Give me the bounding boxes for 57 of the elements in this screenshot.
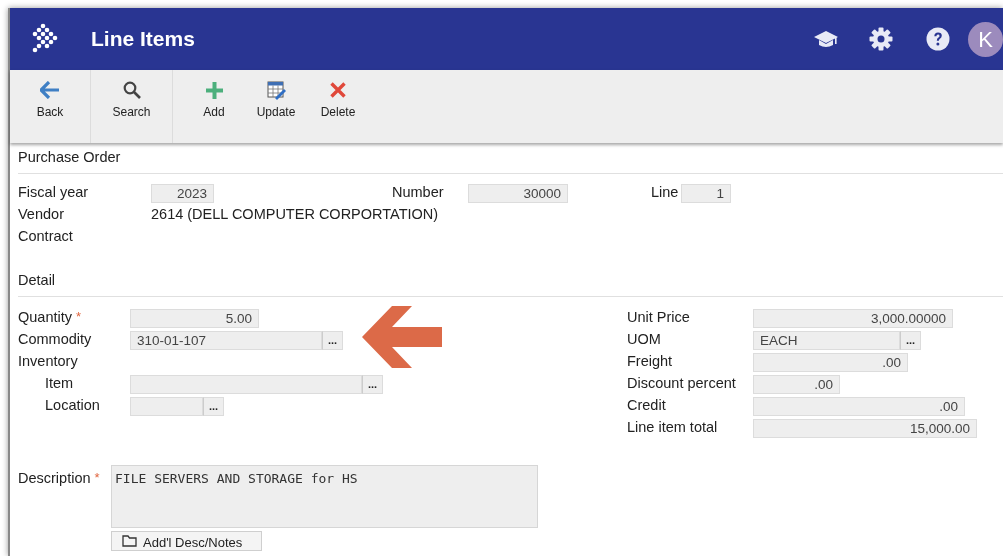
notes-button[interactable]: Add'l Desc/Notes bbox=[111, 531, 262, 551]
input-field[interactable] bbox=[130, 396, 203, 416]
field-label: Line bbox=[651, 183, 680, 203]
vendor-value: 2614 (DELL COMPUTER CORPORTATION) bbox=[151, 205, 439, 225]
input-field[interactable]: 3,000.00000 bbox=[753, 308, 953, 328]
input-field[interactable] bbox=[130, 374, 362, 394]
input-field[interactable]: .00 bbox=[753, 396, 965, 416]
table-edit-icon bbox=[266, 80, 286, 100]
input-field[interactable]: .00 bbox=[753, 352, 908, 372]
window-title: Line Items bbox=[91, 26, 195, 53]
field-label: Quantity bbox=[18, 308, 72, 328]
input-field[interactable]: 1 bbox=[681, 183, 731, 203]
folder-icon bbox=[122, 535, 137, 547]
section-heading: Detail bbox=[18, 271, 56, 291]
lookup-button[interactable]: ... bbox=[362, 374, 383, 394]
field-label: Inventory bbox=[18, 352, 78, 372]
input-field[interactable]: 30000 bbox=[468, 183, 568, 203]
lookup-button[interactable]: ... bbox=[900, 330, 921, 350]
input-field[interactable]: 15,000.00 bbox=[753, 418, 977, 438]
delete-icon bbox=[330, 82, 346, 98]
required-mark: * bbox=[94, 469, 100, 487]
search-icon bbox=[122, 81, 141, 99]
field-label: Fiscal year bbox=[18, 183, 90, 203]
input-field[interactable]: 2023 bbox=[151, 183, 214, 203]
help-icon[interactable] bbox=[926, 27, 950, 51]
field-label: Vendor bbox=[18, 205, 65, 225]
input-field[interactable]: 5.00 bbox=[130, 308, 259, 328]
field-label: Freight bbox=[627, 352, 673, 372]
input-field[interactable]: 310-01-107 bbox=[130, 330, 322, 350]
field-label: Credit bbox=[627, 396, 666, 416]
field-label: Location bbox=[45, 396, 100, 416]
graduation-cap-icon[interactable] bbox=[813, 29, 839, 49]
section-heading: Purchase Order bbox=[18, 148, 121, 168]
input-field[interactable]: .00 bbox=[753, 374, 840, 394]
input-field[interactable]: EACH bbox=[753, 330, 900, 350]
field-label: Number bbox=[392, 183, 445, 203]
toolbar-button[interactable]: Update bbox=[245, 70, 307, 143]
field-label: Description bbox=[18, 469, 91, 488]
field-label: Unit Price bbox=[627, 308, 690, 328]
field-label: Discount percent bbox=[627, 374, 736, 394]
field-label: Commodity bbox=[18, 330, 92, 350]
toolbar-button[interactable]: Search bbox=[91, 70, 172, 143]
lookup-button[interactable]: ... bbox=[203, 396, 224, 416]
field-label: Line item total bbox=[627, 418, 718, 438]
field-label: Item bbox=[45, 374, 74, 394]
field-label: Contract bbox=[18, 227, 74, 247]
plus-icon bbox=[205, 81, 223, 99]
toolbar-button[interactable]: Delete bbox=[307, 70, 369, 143]
toolbar-button[interactable]: Back bbox=[10, 70, 90, 143]
back-arrow-icon bbox=[40, 81, 60, 99]
description-field[interactable]: FILE SERVERS AND STORAGE for HS bbox=[111, 465, 538, 528]
field-label: UOM bbox=[627, 330, 661, 350]
toolbar-button[interactable]: Add bbox=[183, 70, 245, 143]
settings-icon[interactable] bbox=[869, 27, 893, 51]
arrow-icon bbox=[362, 306, 442, 368]
lookup-button[interactable]: ... bbox=[322, 330, 343, 350]
required-mark: * bbox=[76, 308, 82, 327]
